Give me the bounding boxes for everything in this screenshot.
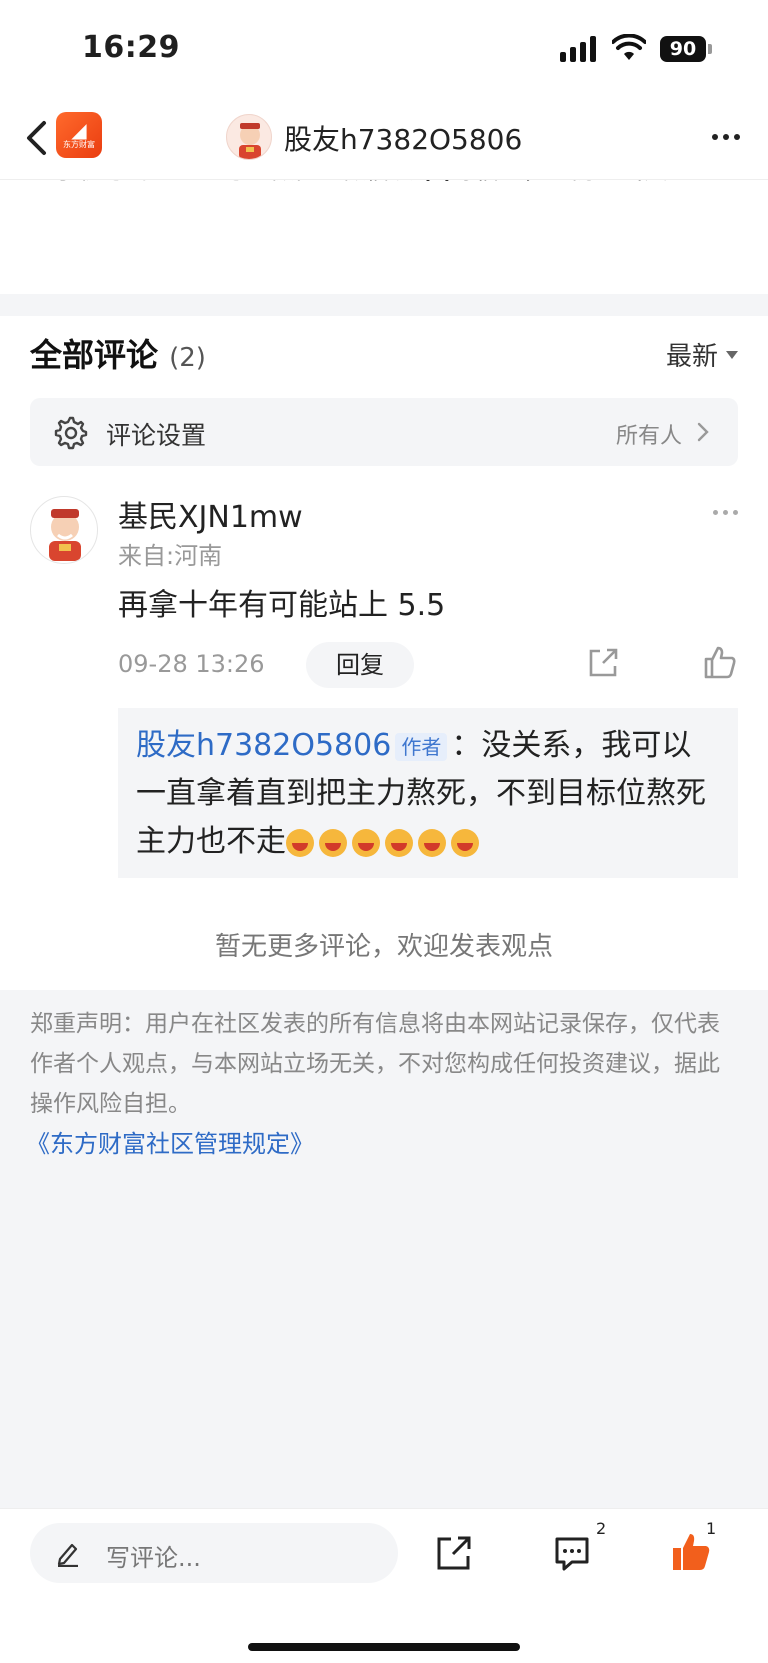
bottom-action-bar: 写评论... 2 1 [0, 1508, 768, 1663]
comment-settings-row[interactable]: 评论设置 所有人 [30, 398, 738, 466]
warning-notice: 的手机号码、公众号、微博、微信及QQ等信息，谨防上当受骗！ [0, 180, 768, 294]
laugh-emoji-icon [352, 828, 380, 857]
laugh-emoji-icon [385, 828, 413, 857]
status-time: 16:29 [82, 30, 180, 65]
laugh-emoji-icon [319, 828, 347, 857]
gear-icon [54, 416, 88, 450]
disclaimer-text: 郑重声明：用户在社区发表的所有信息将由本网站记录保存，仅代表作者个人观点，与本网… [30, 1011, 720, 1117]
section-divider [0, 294, 768, 316]
avatar[interactable] [226, 114, 272, 160]
pen-icon [57, 1543, 78, 1567]
commenter-name[interactable]: 基民XJN1mw [118, 492, 303, 536]
laugh-emoji-icon [418, 828, 446, 857]
battery-level: 90 [660, 36, 706, 62]
chevron-right-icon [697, 422, 709, 442]
share-icon[interactable] [586, 646, 620, 680]
top-nav-bar: ◢ 东方财富 股友h7382O5806 [0, 100, 768, 180]
sort-dropdown[interactable]: 最新 [666, 336, 738, 373]
reply-button[interactable]: 回复 [306, 642, 414, 688]
author-badge: 作者 [395, 732, 448, 761]
home-indicator[interactable] [248, 1643, 520, 1651]
warning-text: 的手机号码、公众号、微博、微信及QQ等信息，谨防上当受骗！ [30, 180, 748, 190]
comments-title: 全部评论 [30, 336, 159, 374]
app-logo-text: 东方财富 [63, 140, 95, 149]
comments-count: (2) [169, 343, 206, 373]
comment-count-badge: 2 [596, 1519, 607, 1538]
comment-settings-value: 所有人 [615, 424, 682, 449]
thumbs-up-icon[interactable] [702, 644, 738, 680]
status-bar: 16:29 90 [0, 0, 768, 100]
more-options-button[interactable] [704, 122, 748, 152]
nav-title: 股友h7382O5806 [284, 123, 523, 156]
disclaimer-section: 郑重声明：用户在社区发表的所有信息将由本网站记录保存，仅代表作者个人观点，与本网… [0, 990, 768, 1508]
reply-box: 股友h7382O5806 作者 ：没关系，我可以一直拿着直到把主力熬死，不到目标位熬… [118, 708, 738, 878]
like-count-badge: 1 [706, 1519, 717, 1538]
back-button[interactable] [16, 116, 56, 160]
comment-timestamp: 09-28 13:26 [118, 650, 265, 678]
reply-separator: ： [451, 728, 482, 763]
comment-more-button[interactable] [713, 510, 738, 515]
community-rules-link[interactable]: 《东方财富社区管理规定》 [26, 1124, 314, 1159]
avatar-icon [239, 123, 261, 159]
cellular-signal-icon [560, 36, 596, 62]
avatar-icon [49, 509, 81, 561]
commenter-location: 来自:河南 [118, 542, 223, 570]
laugh-emoji-icon [451, 828, 479, 857]
commenter-avatar[interactable] [30, 496, 98, 564]
battery-icon: 90 [660, 36, 712, 62]
comment-input[interactable]: 写评论... [30, 1523, 398, 1583]
comment-icon[interactable] [552, 1533, 592, 1573]
wifi-icon [612, 34, 646, 60]
reply-author[interactable]: 股友h7382O5806 [136, 728, 391, 763]
sort-label: 最新 [665, 342, 718, 372]
share-icon[interactable] [434, 1533, 474, 1573]
comment-settings-label: 评论设置 [106, 421, 207, 450]
app-logo-icon[interactable]: ◢ 东方财富 [56, 112, 102, 158]
comment-text: 再拿十年有可能站上 5.5 [118, 588, 446, 623]
comment-input-placeholder: 写评论... [106, 1544, 201, 1572]
comments-header: 全部评论 (2) 最新 [30, 330, 738, 380]
back-icon [27, 121, 46, 155]
caret-down-icon [726, 350, 738, 359]
no-more-comments: 暂无更多评论，欢迎发表观点 [214, 932, 553, 962]
laugh-emoji-icon [286, 828, 314, 857]
